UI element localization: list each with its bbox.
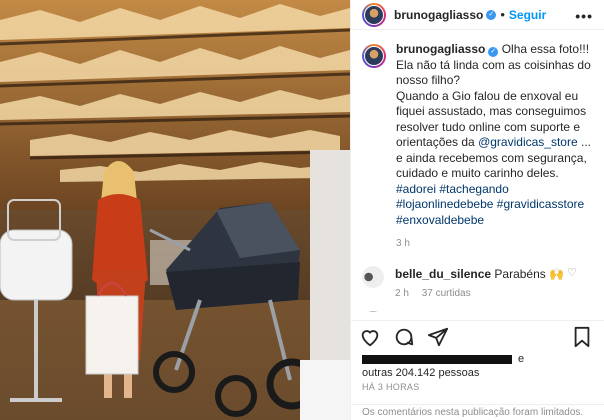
caption-body: brunogagliasso ✓ Olha essa foto!!! Ela nã… (396, 42, 592, 252)
comment-item-partial (362, 310, 595, 312)
comment-meta: 2 h 37 curtidas (395, 286, 575, 302)
hashtag[interactable]: #gravidicasstore (497, 197, 584, 211)
action-bar (351, 320, 604, 350)
comment-age: 2 h (395, 287, 409, 299)
commenter-username[interactable]: belle_du_silence (395, 267, 491, 281)
photo-illustration (0, 0, 350, 420)
comment-likes[interactable]: 37 curtidas (422, 288, 471, 299)
likes-others[interactable]: outras 204.142 pessoas (362, 367, 479, 379)
post-header: brunogagliasso ✓ • Seguir ••• (351, 0, 604, 30)
comment-like-heart-icon[interactable]: ♡ (567, 266, 577, 279)
post-photo[interactable] (0, 0, 350, 420)
comment-body: belle_du_silence Parabéns 🙌 2 h 37 curti… (395, 266, 575, 302)
follow-button[interactable]: Seguir (509, 8, 546, 22)
caption-mention[interactable]: @gravidicas_store (478, 135, 578, 149)
hashtag[interactable]: #enxovaldebebe (396, 213, 484, 227)
comments-limited-notice: Os comentários nesta publicação foram li… (351, 404, 604, 420)
commenter-avatar[interactable] (362, 265, 384, 288)
redacted-likers (362, 354, 512, 364)
comments-section[interactable]: brunogagliasso ✓ Olha essa foto!!! Ela nã… (351, 42, 604, 312)
caption: brunogagliasso ✓ Olha essa foto!!! Ela nã… (362, 42, 595, 252)
post-timestamp: HÁ 3 HORAS (362, 382, 420, 392)
heart-icon[interactable] (357, 324, 383, 350)
hashtag[interactable]: #tachegando (439, 182, 508, 196)
header-separator: • (500, 7, 505, 22)
caption-avatar[interactable] (362, 44, 386, 68)
caption-age: 3 h (396, 238, 410, 249)
verified-badge-icon: ✓ (488, 47, 499, 57)
comment-icon[interactable] (391, 324, 417, 350)
caption-username[interactable]: brunogagliasso (396, 42, 485, 56)
post-side-panel: brunogagliasso ✓ • Seguir ••• brunogagli… (350, 0, 604, 420)
hashtag[interactable]: #adorei (396, 182, 436, 196)
author-avatar[interactable] (362, 2, 386, 27)
more-options-icon[interactable]: ••• (575, 8, 593, 24)
likes-e: e (518, 353, 525, 365)
comment-item: belle_du_silence Parabéns 🙌 2 h 37 curti… (362, 265, 595, 302)
bookmark-icon[interactable] (569, 324, 595, 350)
author-username[interactable]: brunogagliasso (394, 8, 483, 22)
commenter-avatar[interactable] (362, 310, 384, 312)
likes-summary[interactable]: e outras 204.142 pessoas (362, 352, 598, 380)
verified-badge-icon: ✓ (486, 9, 497, 20)
hashtag[interactable]: #lojaonlinedebebe (396, 197, 493, 211)
share-icon[interactable] (425, 324, 451, 350)
comment-text: Parabéns 🙌 (494, 266, 565, 281)
